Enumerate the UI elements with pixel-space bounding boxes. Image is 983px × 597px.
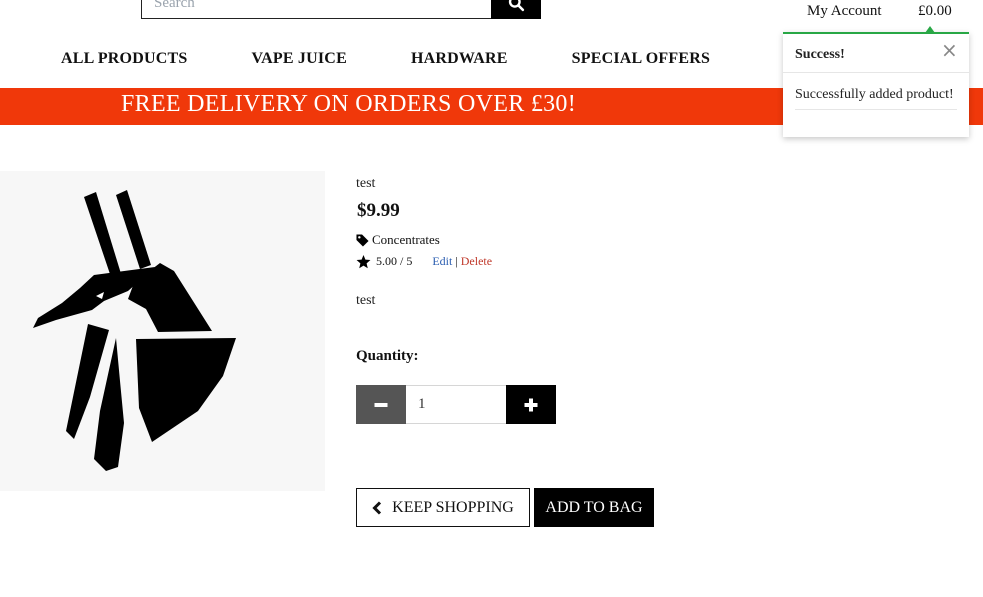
quantity-label: Quantity: [356,348,419,364]
product-rating: 5.00 / 5 Edit | Delete [356,254,492,269]
category-label: Concentrates [372,232,440,247]
chevron-left-icon [372,500,382,515]
toast-divider [783,72,969,73]
search-icon [508,0,524,12]
delete-link[interactable]: Delete [461,254,492,269]
add-to-bag-button[interactable]: ADD TO BAG [534,488,654,527]
main-nav: ALL PRODUCTS VAPE JUICE HARDWARE SPECIAL… [61,50,774,68]
search-bar [141,0,541,19]
decrement-button[interactable] [356,385,406,424]
nav-hardware[interactable]: HARDWARE [411,50,508,68]
toast-title: Success! [795,47,845,62]
toast-message: Successfully added product! [795,87,954,102]
quantity-input[interactable] [406,385,506,424]
minus-icon [374,402,388,407]
toast-divider [795,109,957,110]
nav-all-products[interactable]: ALL PRODUCTS [61,50,187,68]
nav-special-offers[interactable]: SPECIAL OFFERS [572,50,710,68]
product-description: test [356,293,376,308]
star-icon [356,254,371,268]
nav-vape-juice[interactable]: VAPE JUICE [251,50,347,68]
product-category: Concentrates [356,232,440,248]
my-account-link[interactable]: My Account [807,3,882,20]
success-toast: Success! × Successfully added product! [783,26,969,137]
rating-value: 5.00 / 5 [376,254,413,268]
close-icon[interactable]: × [941,40,958,60]
product-name: test [356,176,376,191]
product-price: $9.99 [357,200,400,221]
anubis-logo-icon [33,190,236,471]
bag-total-link[interactable]: £0.00 [918,3,952,20]
delivery-banner-text: FREE DELIVERY ON ORDERS OVER £30! [121,91,577,117]
quantity-stepper [356,385,556,424]
product-image [0,171,325,491]
edit-link[interactable]: Edit [432,254,452,269]
link-separator: | [455,254,458,268]
search-input[interactable] [141,0,491,19]
tag-icon [356,233,369,247]
plus-icon [524,398,538,411]
keep-shopping-button[interactable]: KEEP SHOPPING [356,488,530,527]
toast-arrow [925,26,935,33]
search-button[interactable] [491,0,541,19]
increment-button[interactable] [506,385,556,424]
keep-shopping-label: KEEP SHOPPING [392,498,514,516]
